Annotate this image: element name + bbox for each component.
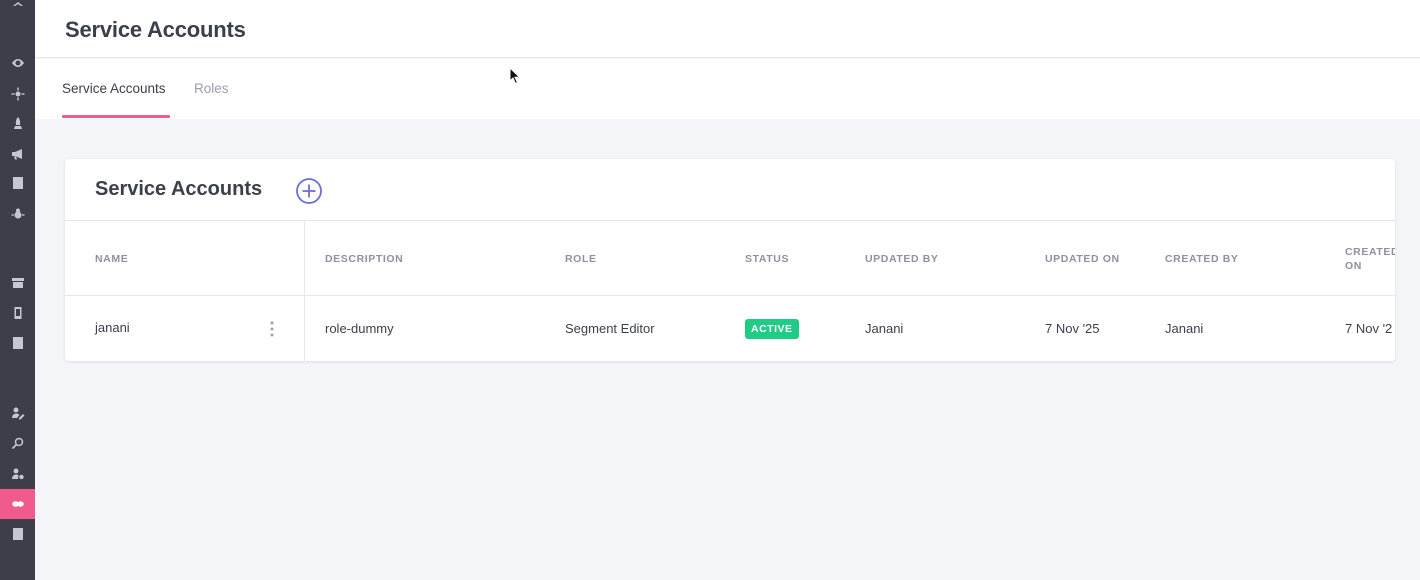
column-header-updated-by[interactable]: UPDATED BY [865, 252, 938, 266]
mouse-cursor-icon [509, 66, 521, 85]
cell-updated-by: Janani [865, 321, 904, 336]
cell-role: Segment Editor [565, 321, 655, 336]
cell-description: role-dummy [325, 321, 394, 336]
inbox-icon[interactable] [0, 268, 35, 298]
card-title: Service Accounts [95, 178, 263, 200]
cell-created-on: 7 Nov '2 [1345, 321, 1393, 336]
user-settings-icon[interactable] [0, 459, 35, 489]
column-header-status[interactable]: STATUS [745, 252, 789, 266]
kebab-menu-icon [270, 321, 274, 337]
column-header-description[interactable]: DESCRIPTION [325, 252, 403, 266]
user-edit-icon[interactable] [0, 398, 35, 428]
tab-roles[interactable]: Roles [194, 81, 229, 96]
report-icon[interactable] [0, 168, 35, 198]
bug-icon[interactable] [0, 199, 35, 229]
table-row[interactable]: janani role-dummy Segment Editor ACTIVE … [65, 296, 1395, 361]
column-header-created-by[interactable]: CREATED BY [1165, 252, 1238, 266]
page-title: Service Accounts [65, 17, 246, 42]
billing-icon[interactable] [0, 519, 35, 549]
logo-icon[interactable] [0, 0, 35, 18]
row-menu-button[interactable] [265, 320, 279, 338]
column-header-updated-on[interactable]: UPDATED ON [1045, 252, 1120, 266]
tab-service-accounts[interactable]: Service Accounts [62, 81, 166, 96]
megaphone-icon[interactable] [0, 139, 35, 169]
sidebar [0, 0, 35, 580]
cell-updated-on: 7 Nov '25 [1045, 321, 1100, 336]
user-search-icon[interactable] [0, 428, 35, 458]
tab-bar: Service Accounts Roles [35, 59, 1420, 119]
sparkle-icon[interactable] [0, 79, 35, 109]
column-header-name[interactable]: NAME [95, 252, 128, 266]
table-header: NAME DESCRIPTION ROLE STATUS UPDATED BY … [65, 221, 1395, 296]
cell-name[interactable]: janani [95, 320, 130, 335]
page-header: Service Accounts [35, 0, 1420, 58]
add-service-account-button[interactable] [295, 177, 323, 205]
column-header-role[interactable]: ROLE [565, 252, 597, 266]
eye-icon[interactable] [0, 48, 35, 78]
mobile-icon[interactable] [0, 298, 35, 328]
document-icon[interactable] [0, 328, 35, 358]
card-header: Service Accounts [65, 159, 1395, 221]
active-tab-indicator [62, 115, 170, 118]
plus-circle-icon [296, 178, 322, 204]
service-accounts-card: Service Accounts NAME DESCRIPTION ROLE S… [65, 159, 1395, 361]
cell-created-by: Janani [1165, 321, 1204, 336]
rocket-icon[interactable] [0, 108, 35, 138]
column-header-created-on[interactable]: CREATED ON [1345, 245, 1395, 273]
status-badge: ACTIVE [745, 319, 799, 339]
service-accounts-icon[interactable] [0, 489, 35, 519]
